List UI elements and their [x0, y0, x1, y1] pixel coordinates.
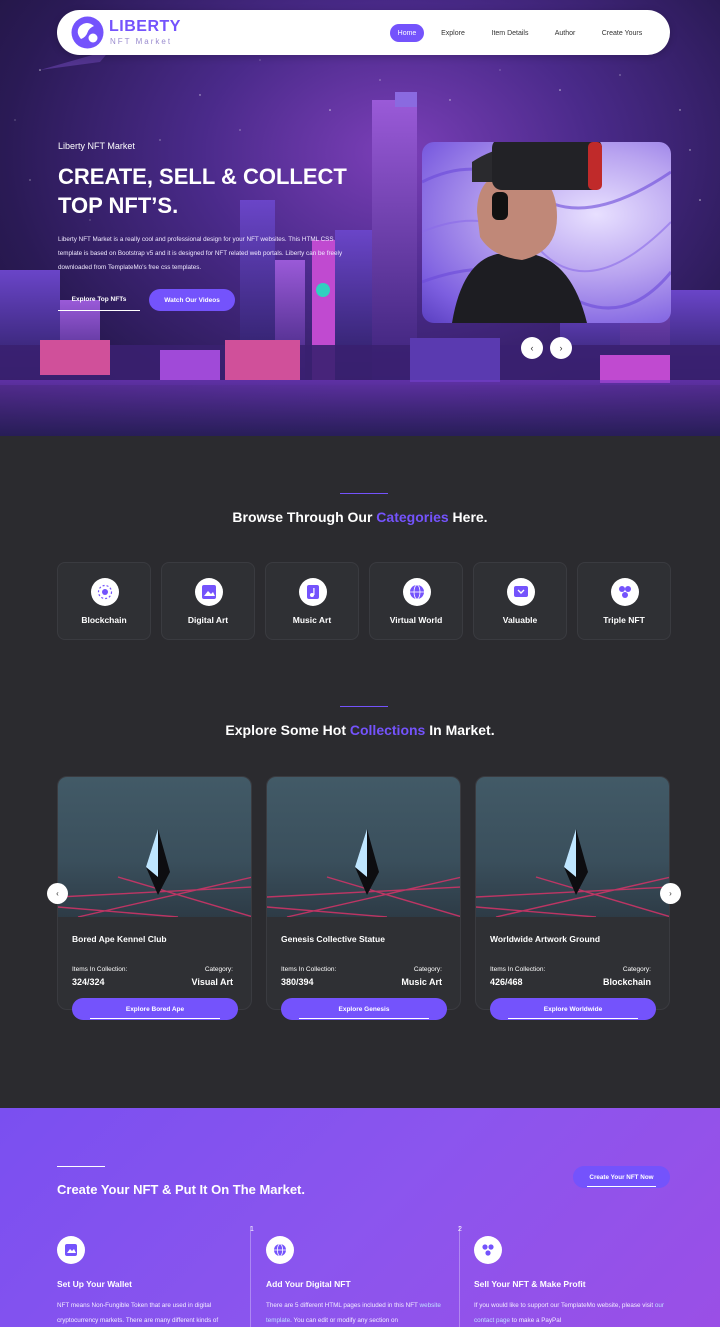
category-label: Category:	[204, 966, 233, 973]
category-card-virtual-world[interactable]: Virtual World	[369, 562, 463, 640]
category-label: Valuable	[502, 615, 538, 625]
nav-home[interactable]: Home	[390, 24, 424, 42]
step-desc-text: . You can edit or modify any section on	[290, 1317, 398, 1324]
create-your-nft-button[interactable]: Create Your NFT Now	[573, 1166, 670, 1188]
hero-prev-arrow[interactable]: ‹	[521, 337, 543, 359]
triple-nft-icon	[474, 1236, 502, 1264]
globe-icon	[266, 1236, 294, 1264]
collections-heading-pre: Explore Some Hot	[225, 722, 350, 738]
category-value: Music Art	[401, 977, 442, 987]
category-label: Triple NFT	[603, 615, 645, 625]
category-card-valuable[interactable]: Valuable	[473, 562, 567, 640]
collection-card-bored-ape[interactable]: Bored Ape Kennel Club Items In Collectio…	[57, 776, 252, 1010]
categories-divider	[340, 493, 388, 494]
collection-image	[267, 777, 460, 918]
category-label: Blockchain	[81, 615, 127, 625]
hero-title-line-2: TOP NFT’S.	[58, 193, 179, 218]
step-desc-text: to make a PayPal	[510, 1317, 562, 1324]
step-desc-text: There are 5 different HTML pages include…	[266, 1302, 420, 1309]
items-in-collection-label: Items In Collection:	[281, 966, 337, 973]
step-description: If you would like to support our Templat…	[474, 1298, 664, 1327]
step-set-up-wallet: Set Up Your Wallet NFT means Non-Fungibl…	[57, 1236, 257, 1327]
categories-heading-post: Here.	[448, 509, 488, 525]
category-card-triple-nft[interactable]: Triple NFT	[577, 562, 671, 640]
explore-bored-ape-button[interactable]: Explore Bored Ape	[72, 998, 238, 1020]
globe-icon	[403, 578, 431, 606]
hero-title-line-1: CREATE, SELL & COLLECT	[58, 164, 347, 189]
blockchain-icon	[91, 578, 119, 606]
wallet-icon	[57, 1236, 85, 1264]
category-label: Music Art	[292, 615, 332, 625]
hero-section: LIBERTY NFT Market Home Explore Item Det…	[0, 0, 720, 436]
step-sell-nft: Sell Your NFT & Make Profit If you would…	[474, 1236, 674, 1327]
categories-heading-pre: Browse Through Our	[232, 509, 377, 525]
step-title: Set Up Your Wallet	[57, 1279, 132, 1289]
step-description: NFT means Non-Fungible Token that are us…	[57, 1302, 219, 1324]
watch-videos-button[interactable]: Watch Our Videos	[149, 289, 235, 311]
nav-explore[interactable]: Explore	[437, 24, 469, 42]
step-desc-text: If you would like to support our Templat…	[474, 1302, 655, 1309]
categories-heading: Browse Through Our Categories Here.	[0, 509, 720, 525]
category-card-digital-art[interactable]: Digital Art	[161, 562, 255, 640]
collection-image	[476, 777, 669, 918]
step-add-digital-nft: Add Your Digital NFT There are 5 differe…	[266, 1236, 466, 1327]
valuable-icon	[507, 578, 535, 606]
hero-description: Liberty NFT Market is a really cool and …	[58, 236, 343, 271]
nav-author[interactable]: Author	[549, 24, 581, 42]
category-card-blockchain[interactable]: Blockchain	[57, 562, 151, 640]
collections-heading-accent: Collections	[349, 722, 426, 738]
category-label: Category:	[413, 966, 442, 973]
hero-kicker: Liberty NFT Market	[58, 141, 135, 151]
collections-divider	[340, 706, 388, 707]
top-navbar: LIBERTY NFT Market Home Explore Item Det…	[57, 10, 670, 55]
hero-vr-image	[422, 142, 671, 323]
collections-heading-post: In Market.	[425, 722, 495, 738]
digital-art-icon	[195, 578, 223, 606]
create-heading: Create Your NFT & Put It On The Market.	[57, 1182, 305, 1197]
brand-subtitle: NFT Market	[110, 37, 173, 46]
items-in-collection-value: 324/324	[72, 977, 105, 987]
collections-next-arrow[interactable]: ›	[660, 883, 681, 904]
collection-image	[58, 777, 251, 918]
step-title: Sell Your NFT & Make Profit	[474, 1279, 586, 1289]
hero-next-arrow[interactable]: ›	[550, 337, 572, 359]
explore-genesis-button[interactable]: Explore Genesis	[281, 998, 447, 1020]
items-in-collection-value: 380/394	[281, 977, 314, 987]
collection-card-worldwide[interactable]: Worldwide Artwork Ground Items In Collec…	[475, 776, 670, 1010]
music-art-icon	[299, 578, 327, 606]
category-value: Blockchain	[602, 977, 651, 987]
items-in-collection-label: Items In Collection:	[490, 966, 546, 973]
brand-name[interactable]: LIBERTY	[109, 18, 181, 36]
vr-person-illustration	[422, 142, 671, 323]
step-description: There are 5 different HTML pages include…	[266, 1298, 456, 1327]
collections-heading: Explore Some Hot Collections In Market.	[0, 722, 720, 738]
create-divider	[57, 1166, 105, 1167]
items-in-collection-label: Items In Collection:	[72, 966, 128, 973]
categories-heading-accent: Categories	[376, 509, 449, 525]
category-label: Category:	[622, 966, 651, 973]
collection-name: Genesis Collective Statue	[281, 934, 385, 944]
explore-top-nfts-button[interactable]: Explore Top NFTs	[58, 289, 140, 311]
category-label: Virtual World	[389, 615, 443, 625]
water-reflection	[0, 380, 720, 436]
nav-item-details[interactable]: Item Details	[485, 24, 535, 42]
step-title: Add Your Digital NFT	[266, 1279, 351, 1289]
explore-worldwide-button[interactable]: Explore Worldwide	[490, 998, 656, 1020]
category-value: Visual Art	[191, 977, 233, 987]
items-in-collection-value: 426/468	[490, 977, 523, 987]
collection-name: Worldwide Artwork Ground	[490, 934, 601, 944]
liberty-logo-icon[interactable]	[71, 16, 104, 49]
step-number: 1	[250, 1226, 254, 1233]
triple-nft-icon	[611, 578, 639, 606]
category-card-music-art[interactable]: Music Art	[265, 562, 359, 640]
collection-name: Bored Ape Kennel Club	[72, 934, 167, 944]
category-label: Digital Art	[187, 615, 229, 625]
collection-card-genesis[interactable]: Genesis Collective Statue Items In Colle…	[266, 776, 461, 1010]
nav-create-yours[interactable]: Create Yours	[596, 24, 648, 42]
create-nft-section: Create Your NFT & Put It On The Market. …	[0, 1108, 720, 1327]
step-number: 2	[458, 1226, 462, 1233]
hero-title: CREATE, SELL & COLLECT TOP NFT’S.	[58, 162, 388, 220]
collections-prev-arrow[interactable]: ‹	[47, 883, 68, 904]
